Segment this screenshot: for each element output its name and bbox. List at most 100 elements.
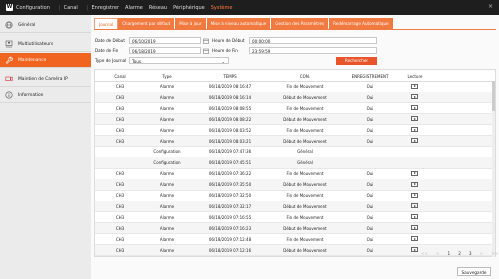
cell-con: Fin de Mouvement — [286, 193, 324, 198]
table-row[interactable]: CH3 Alarme 06/18/2019 08:16:47 Fin de Mouve… — [95, 81, 495, 93]
cell-enregistrement: Oui — [366, 84, 374, 89]
tab-auto-reboot[interactable]: Redémarrage Automatique — [329, 18, 394, 29]
cell-temps: 06/18/2019 07:45:51 — [208, 160, 252, 166]
sidebar-item-ip-camera[interactable]: Maintien de Caméra IP — [0, 72, 91, 87]
sidebar-item-multiusers[interactable]: Multiutilisateurs — [0, 37, 91, 52]
sidebar-item-general[interactable]: Général — [0, 18, 91, 33]
info-icon — [5, 91, 13, 99]
cell-con: Début de Mouvement — [283, 247, 327, 253]
cell-type: Alarme — [159, 214, 175, 220]
sidebar-item-label: Information — [18, 92, 44, 98]
cell-enregistrement: Oui — [366, 116, 374, 122]
next-page-button[interactable]: > — [480, 251, 484, 256]
cell-con: Début de Mouvement — [283, 116, 327, 122]
tab-auto-upgrade[interactable]: Mise à niveau automatique — [206, 18, 272, 29]
sidebar-item-label: Maintenance — [18, 57, 47, 63]
table-scrollbar[interactable] — [492, 81, 495, 257]
cell-con: Début de Mouvement — [283, 182, 327, 188]
cell-enregistrement: Oui — [366, 236, 374, 242]
table-row[interactable]: CH3 Alarme 06/18/2019 08:03:52 Fin de Mouve… — [95, 125, 495, 137]
cell-type: Alarme — [159, 84, 175, 89]
close-icon[interactable]: × — [488, 3, 493, 10]
table-row[interactable]: CH3 Alarme 06/18/2019 07:16:23 Début de Mou… — [95, 222, 495, 235]
cell-enregistrement: Oui — [366, 193, 374, 198]
top-menu-enregistrer[interactable]: Enregistrer — [91, 5, 119, 11]
play-icon[interactable] — [411, 181, 418, 187]
top-menu-alarme[interactable]: Alarme — [125, 5, 143, 11]
time-end-label: Heure de Fin — [212, 48, 238, 53]
play-icon[interactable] — [411, 214, 418, 220]
table-row[interactable]: CH3 Alarme 06/18/2019 07:12:48 Fin de Mouve… — [95, 234, 495, 246]
table-row[interactable]: CH3 Alarme 06/18/2019 07:36:22 Fin de Mouve… — [95, 168, 495, 180]
table-row[interactable]: CH3 Alarme 06/18/2019 07:32:50 Fin de Mouve… — [95, 190, 495, 202]
tab-update[interactable]: Mise à jour — [175, 18, 207, 29]
page-1-button[interactable]: 1 — [448, 251, 451, 256]
sidebar-item-maintenance[interactable]: Maintenance — [0, 53, 91, 68]
top-menu-configuration[interactable]: Configuration — [16, 5, 50, 11]
top-menu-canal[interactable]: Canal — [64, 5, 78, 11]
cell-con: Début de Mouvement — [283, 225, 327, 231]
date-start-field[interactable]: 06/10/2019 — [129, 37, 201, 44]
cell-enregistrement: Oui — [366, 182, 374, 188]
table-row[interactable]: CH3 Alarme 06/18/2019 07:32:17 Début de Mou… — [95, 200, 495, 213]
cell-temps: 06/18/2019 07:35:50 — [208, 182, 252, 188]
table-row[interactable]: Configuration 06/18/2019 07:45:51 Général — [95, 157, 495, 169]
tab-default-load[interactable]: Chargement par défaut — [118, 18, 176, 29]
play-icon[interactable] — [411, 127, 418, 133]
cell-type: Configuration — [153, 149, 181, 155]
table-row[interactable]: CH3 Alarme 06/18/2019 07:16:55 Fin de Mouve… — [95, 212, 495, 224]
cell-type: Alarme — [159, 236, 175, 242]
top-menu-bar: W Configuration | Canal | Enregistrer Al… — [0, 0, 499, 15]
cell-con: Début de Mouvement — [283, 203, 327, 209]
cell-con: Début de Mouvement — [283, 138, 327, 144]
top-menu-reseau[interactable]: Réseau — [149, 5, 167, 11]
play-icon[interactable] — [411, 236, 418, 242]
first-page-button[interactable]: << — [421, 251, 428, 256]
log-type-select[interactable]: Tous ⌄ — [129, 57, 229, 64]
table-row[interactable]: CH3 Alarme 06/18/2019 08:03:21 Début de Mou… — [95, 135, 495, 147]
page-3-button[interactable]: 3 — [469, 251, 472, 256]
time-start-field[interactable]: 00:00:00 — [249, 37, 377, 44]
time-end-field[interactable]: 23:59:59 — [249, 47, 377, 54]
calendar-icon[interactable] — [203, 48, 209, 54]
play-icon[interactable] — [411, 203, 418, 209]
search-button[interactable]: Rechercher — [336, 57, 377, 65]
table-row[interactable]: CH3 Alarme 06/18/2019 08:08:55 Fin de Mouve… — [95, 103, 495, 115]
cell-temps: 06/18/2019 07:32:17 — [208, 203, 252, 209]
table-row[interactable]: Configuration 06/18/2019 07:47:36 Général — [95, 146, 495, 158]
main-content: Journal Chargement par défaut Mise à jou… — [91, 15, 499, 279]
calendar-icon[interactable] — [203, 38, 209, 44]
cell-enregistrement: Oui — [366, 105, 374, 111]
play-icon[interactable] — [411, 116, 418, 122]
play-icon[interactable] — [411, 83, 418, 89]
table-row[interactable]: CH3 Alarme 06/18/2019 08:08:22 Début de Mou… — [95, 113, 495, 126]
camera-icon — [5, 75, 13, 83]
cell-con: Fin de Mouvement — [286, 84, 324, 89]
cell-con: Fin de Mouvement — [286, 127, 324, 133]
prev-page-button[interactable]: < — [436, 251, 440, 256]
sidebar-item-information[interactable]: Information — [0, 88, 91, 103]
table-row[interactable]: CH3 Alarme 06/18/2019 07:35:50 Début de Mou… — [95, 179, 495, 191]
play-icon[interactable] — [411, 94, 418, 100]
date-end-label: Date de Fin — [95, 48, 119, 53]
sidebar: Général Multiutilisateurs Maintenance Ma… — [0, 15, 92, 279]
table-row[interactable]: CH3 Alarme 06/18/2019 08:16:14 Début de Mou… — [95, 91, 495, 104]
cell-temps: 06/18/2019 07:16:23 — [208, 225, 252, 231]
play-icon[interactable] — [411, 138, 418, 143]
play-icon[interactable] — [411, 225, 418, 231]
date-end-field[interactable]: 06/18/2019 — [129, 47, 201, 54]
play-icon[interactable] — [411, 192, 418, 198]
top-menu-peripherique[interactable]: Périphérique — [173, 5, 205, 11]
page-2-button[interactable]: 2 — [458, 251, 461, 256]
scrollbar-thumb[interactable] — [492, 81, 495, 111]
play-icon[interactable] — [411, 105, 418, 111]
tab-param-management[interactable]: Gestion des Paramètres — [271, 18, 330, 29]
last-page-button[interactable]: >> — [491, 251, 498, 256]
time-start-label: Heure de Début — [212, 38, 245, 43]
cell-temps: 06/18/2019 08:08:55 — [208, 105, 252, 111]
cell-con: Fin de Mouvement — [286, 105, 324, 111]
cell-enregistrement: Oui — [366, 214, 374, 220]
save-button[interactable]: Sauvegarde — [457, 267, 491, 276]
play-icon[interactable] — [411, 170, 418, 176]
top-menu-systeme[interactable]: Système — [211, 5, 233, 11]
